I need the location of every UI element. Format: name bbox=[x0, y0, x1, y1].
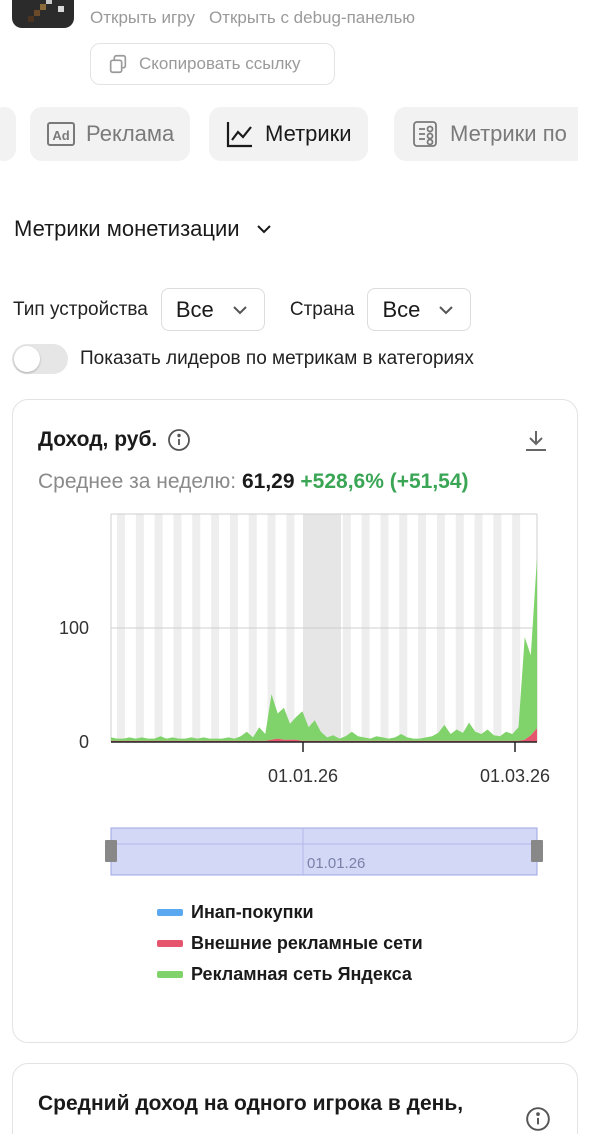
ad-icon: Ad bbox=[47, 122, 75, 146]
chevron-down-icon bbox=[233, 305, 247, 314]
legend-swatch bbox=[157, 909, 183, 916]
country-label: Страна bbox=[289, 298, 355, 320]
y-tick-label: 0 bbox=[79, 732, 89, 752]
legend-swatch bbox=[157, 940, 183, 947]
range-handle-left[interactable] bbox=[105, 840, 117, 862]
line-chart-icon bbox=[226, 122, 252, 148]
tab-bar: Ad Реклама Метрики Метрики по bbox=[0, 107, 578, 163]
filters-row: Тип устройства Все Страна Все bbox=[13, 288, 472, 331]
metrics-section-dropdown[interactable]: Метрики монетизации bbox=[14, 216, 274, 242]
leaders-toggle[interactable] bbox=[12, 344, 68, 374]
legend-item-yandex-ads[interactable]: Рекламная сеть Яндекса bbox=[157, 964, 423, 985]
avg-revenue-per-player-card: Средний доход на одного игрока в день, bbox=[12, 1063, 578, 1134]
x-tick-label: 01.03.26 bbox=[480, 766, 550, 786]
range-handle-right[interactable] bbox=[531, 840, 543, 862]
section-title: Метрики монетизации bbox=[14, 216, 240, 241]
device-type-select[interactable]: Все bbox=[160, 288, 265, 331]
legend-swatch bbox=[157, 971, 183, 978]
info-icon[interactable] bbox=[525, 1106, 551, 1132]
country-value: Все bbox=[382, 296, 421, 322]
open-game-link[interactable]: Открыть игру bbox=[90, 8, 195, 28]
tab-metrics-by[interactable]: Метрики по bbox=[394, 107, 578, 161]
chevron-down-icon bbox=[439, 305, 454, 314]
legend-label: Рекламная сеть Яндекса bbox=[191, 964, 412, 984]
legend-label: Внешние рекламные сети bbox=[191, 933, 423, 953]
revenue-chart[interactable]: 0 100 01.01.26 01.03.26 01.01.26 bbox=[13, 400, 579, 900]
copy-link-button[interactable]: Скопировать ссылку bbox=[90, 43, 335, 85]
tab-metrics-by-label: Метрики по bbox=[450, 121, 567, 146]
tab-ads-label: Реклама bbox=[86, 121, 175, 146]
country-select[interactable]: Все bbox=[367, 288, 472, 331]
leaders-toggle-label: Показать лидеров по метрикам в категория… bbox=[80, 348, 474, 369]
tab-metrics-label: Метрики bbox=[265, 121, 352, 146]
game-thumbnail bbox=[12, 0, 74, 28]
svg-text:Ad: Ad bbox=[52, 128, 69, 143]
avg-revenue-per-player-title: Средний доход на одного игрока в день, bbox=[38, 1092, 464, 1115]
toggle-knob bbox=[14, 346, 40, 372]
leaders-toggle-row: Показать лидеров по метрикам в категория… bbox=[12, 344, 474, 374]
device-type-value: Все bbox=[175, 296, 214, 322]
x-tick-label: 01.01.26 bbox=[268, 766, 338, 786]
legend-item-inapp[interactable]: Инап-покупки bbox=[157, 902, 423, 923]
revenue-card: Доход, руб. Среднее за неделю: 61,29 +52… bbox=[12, 399, 578, 1043]
chart-legend: Инап-покупки Внешние рекламные сети Рекл… bbox=[157, 902, 423, 985]
open-debug-link[interactable]: Открыть с debug-панелью bbox=[209, 8, 415, 28]
copy-icon bbox=[109, 54, 127, 74]
top-links: Открыть игру Открыть с debug-панелью bbox=[90, 8, 415, 28]
tab-metrics[interactable]: Метрики bbox=[209, 107, 368, 161]
chevron-down-icon bbox=[256, 225, 271, 234]
legend-label: Инап-покупки bbox=[191, 902, 314, 922]
stacked-coins-icon bbox=[413, 121, 437, 147]
tab-ads[interactable]: Ad Реклама bbox=[30, 107, 191, 161]
range-selector-label: 01.01.26 bbox=[307, 855, 365, 872]
legend-item-external-ads[interactable]: Внешние рекламные сети bbox=[157, 933, 423, 954]
tab-previous-partial[interactable] bbox=[0, 107, 16, 161]
y-tick-label: 100 bbox=[59, 618, 89, 638]
copy-link-label: Скопировать ссылку bbox=[139, 54, 301, 73]
device-type-label: Тип устройства bbox=[13, 298, 148, 320]
